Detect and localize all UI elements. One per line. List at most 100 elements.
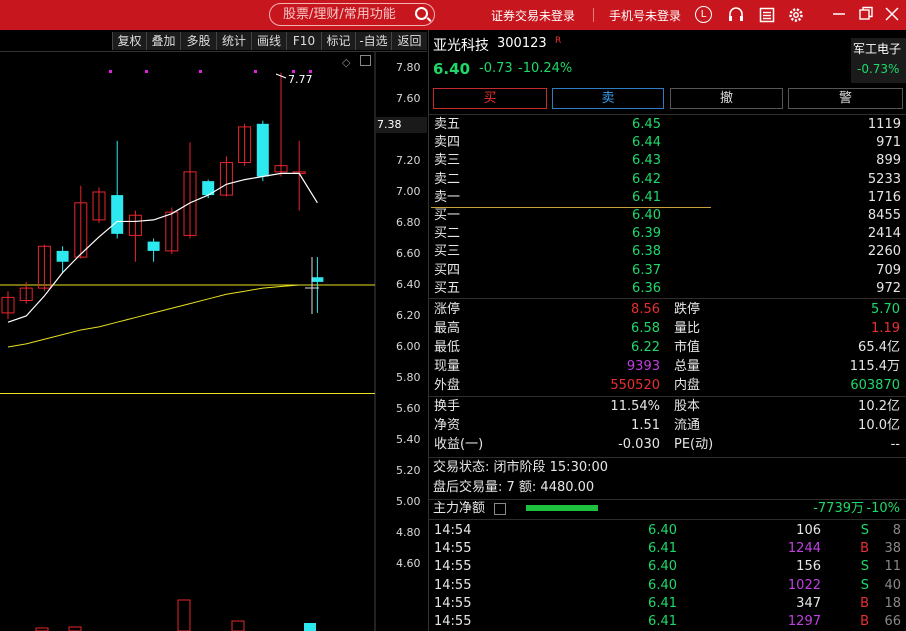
stat-label: 最高 (434, 321, 461, 336)
main-flow-label: 主力净额 (433, 501, 486, 516)
divider (429, 298, 906, 299)
notes-icon[interactable] (758, 6, 776, 24)
y-tick-label: 7.80 (396, 61, 421, 74)
search-placeholder: 股票/理财/常用功能 (283, 7, 396, 22)
flow-detail-icon[interactable] (494, 503, 506, 515)
headset-icon[interactable] (727, 6, 745, 24)
cancel-order-button[interactable]: 撤 (670, 88, 783, 109)
y-tick-label: 5.40 (396, 433, 421, 446)
stat-label: 净资 (434, 418, 461, 433)
stat-value: 65.4亿 (858, 340, 900, 355)
close-icon[interactable] (883, 5, 901, 23)
level-volume: 972 (876, 280, 901, 296)
stat-label: 股本 (674, 399, 701, 414)
level-label: 卖三 (434, 153, 461, 169)
stat-label: 总量 (674, 359, 701, 374)
search-icon[interactable] (415, 7, 428, 20)
ask-row[interactable]: 卖一 6.41 1716 (429, 189, 906, 207)
toolbar-f10-button[interactable]: F10 (286, 32, 321, 50)
restore-icon[interactable] (857, 5, 875, 23)
tick-count: 18 (884, 595, 901, 611)
event-marker (109, 70, 112, 73)
main-flow-bar (526, 505, 598, 511)
panel-toggle-icon[interactable] (360, 55, 371, 66)
trade-state: 交易状态: 闭市阶段 15:30:00 (433, 460, 609, 475)
price-change: -0.73 (479, 61, 513, 76)
stat-label: 内盘 (674, 378, 701, 393)
bid-row[interactable]: 买三 6.38 2260 (429, 243, 906, 261)
toolbar-mark-button[interactable]: 标记 (321, 32, 355, 50)
divider (429, 114, 906, 115)
minimize-icon[interactable] (830, 5, 848, 23)
tick-side: S (860, 523, 869, 538)
bid-row[interactable]: 买四 6.37 709 (429, 262, 906, 280)
securities-login-link[interactable]: 证券交易未登录 (491, 7, 575, 24)
stat-value: 10.0亿 (858, 418, 900, 433)
ask-row[interactable]: 卖五 6.45 1119 (429, 116, 906, 134)
stat-value: 550520 (610, 378, 660, 393)
toolbar-remove-watchlist-button[interactable]: -自选 (355, 32, 391, 50)
main-flow-value: -7739万 (813, 501, 864, 516)
bid-row[interactable]: 买二 6.39 2414 (429, 225, 906, 243)
alert-button[interactable]: 警 (788, 88, 903, 109)
y-tick-label: 6.00 (396, 340, 421, 353)
sector-name: 军工电子 (853, 42, 902, 56)
buy-button[interactable]: 买 (433, 88, 547, 109)
divider (429, 519, 906, 520)
ask-row[interactable]: 卖三 6.43 899 (429, 152, 906, 170)
stat-value: 6.22 (631, 340, 660, 355)
stat-label: 最低 (434, 340, 461, 355)
toolbar-overlay-button[interactable]: 叠加 (146, 32, 180, 50)
level-price: 6.43 (632, 153, 661, 169)
ma-short-line (7, 172, 318, 323)
tick-count: 66 (884, 614, 901, 629)
stat-value: 9393 (626, 359, 660, 374)
y-tick-label: 5.60 (396, 402, 421, 415)
toolbar-fuquan-button[interactable]: 复权 (112, 32, 146, 50)
ask-row[interactable]: 卖四 6.44 971 (429, 134, 906, 152)
bid-row[interactable]: 买五 6.36 972 (429, 280, 906, 298)
diamond-icon[interactable]: ◇ (342, 56, 350, 69)
after-hours-volume: 盘后交易量: 7 额: 4480.00 (433, 480, 595, 495)
toolbar-back-button[interactable]: 返回 (391, 32, 427, 50)
y-tick-label: 7.60 (396, 92, 421, 105)
divider (429, 396, 906, 397)
sector-pct: -0.73% (857, 62, 900, 76)
stat-value: 8.56 (631, 302, 660, 317)
tick-row: 14:55 6.41 1244 B 38 (429, 540, 906, 558)
level-volume: 971 (876, 135, 901, 151)
phone-login-link[interactable]: 手机号未登录 (609, 7, 681, 24)
tick-side: S (860, 577, 869, 593)
tick-volume: 1244 (787, 541, 821, 557)
divider (593, 8, 594, 22)
tick-time: 14:55 (434, 577, 472, 593)
level-label: 买一 (434, 208, 461, 223)
level2-icon[interactable]: L (695, 6, 712, 23)
level-volume: 5233 (867, 171, 901, 187)
tick-row: 14:54 6.40 106 S 8 (429, 522, 906, 540)
level-price: 6.41 (632, 189, 661, 205)
tick-volume: 1297 (787, 614, 821, 629)
top-bar: 股票/理财/常用功能 证券交易未登录 手机号未登录 L (0, 0, 906, 30)
sell-button[interactable]: 卖 (552, 88, 664, 109)
quote-panel: 亚光科技 300123 R 6.40 -0.73 -10.24% 军工电子 -0… (428, 30, 906, 631)
price-change-pct: -10.24% (518, 61, 573, 76)
toolbar-multistock-button[interactable]: 多股 (180, 32, 216, 50)
kline-chart[interactable]: 7.77 7.807.607.407.207.006.806.606.406.2… (0, 52, 427, 631)
level-label: 买四 (434, 262, 461, 278)
bid-row[interactable]: 买一 6.40 8455 (429, 207, 906, 225)
last-price: 6.40 (433, 60, 471, 78)
kline-svg[interactable]: 7.77 (0, 52, 427, 631)
y-tick-label: 5.00 (396, 495, 421, 508)
gear-icon[interactable] (787, 6, 805, 24)
sector-box[interactable]: 军工电子 -0.73% (851, 38, 906, 83)
ask-row[interactable]: 卖二 6.42 5233 (429, 171, 906, 189)
toolbar-draw-button[interactable]: 画线 (251, 32, 286, 50)
spread-divider (431, 207, 711, 208)
search-input[interactable]: 股票/理财/常用功能 (269, 3, 435, 26)
y-tick-label: 7.00 (396, 185, 421, 198)
level-price: 6.38 (632, 244, 661, 260)
tick-side: B (860, 614, 869, 629)
toolbar-stats-button[interactable]: 统计 (216, 32, 251, 50)
level-price: 6.37 (632, 262, 661, 278)
